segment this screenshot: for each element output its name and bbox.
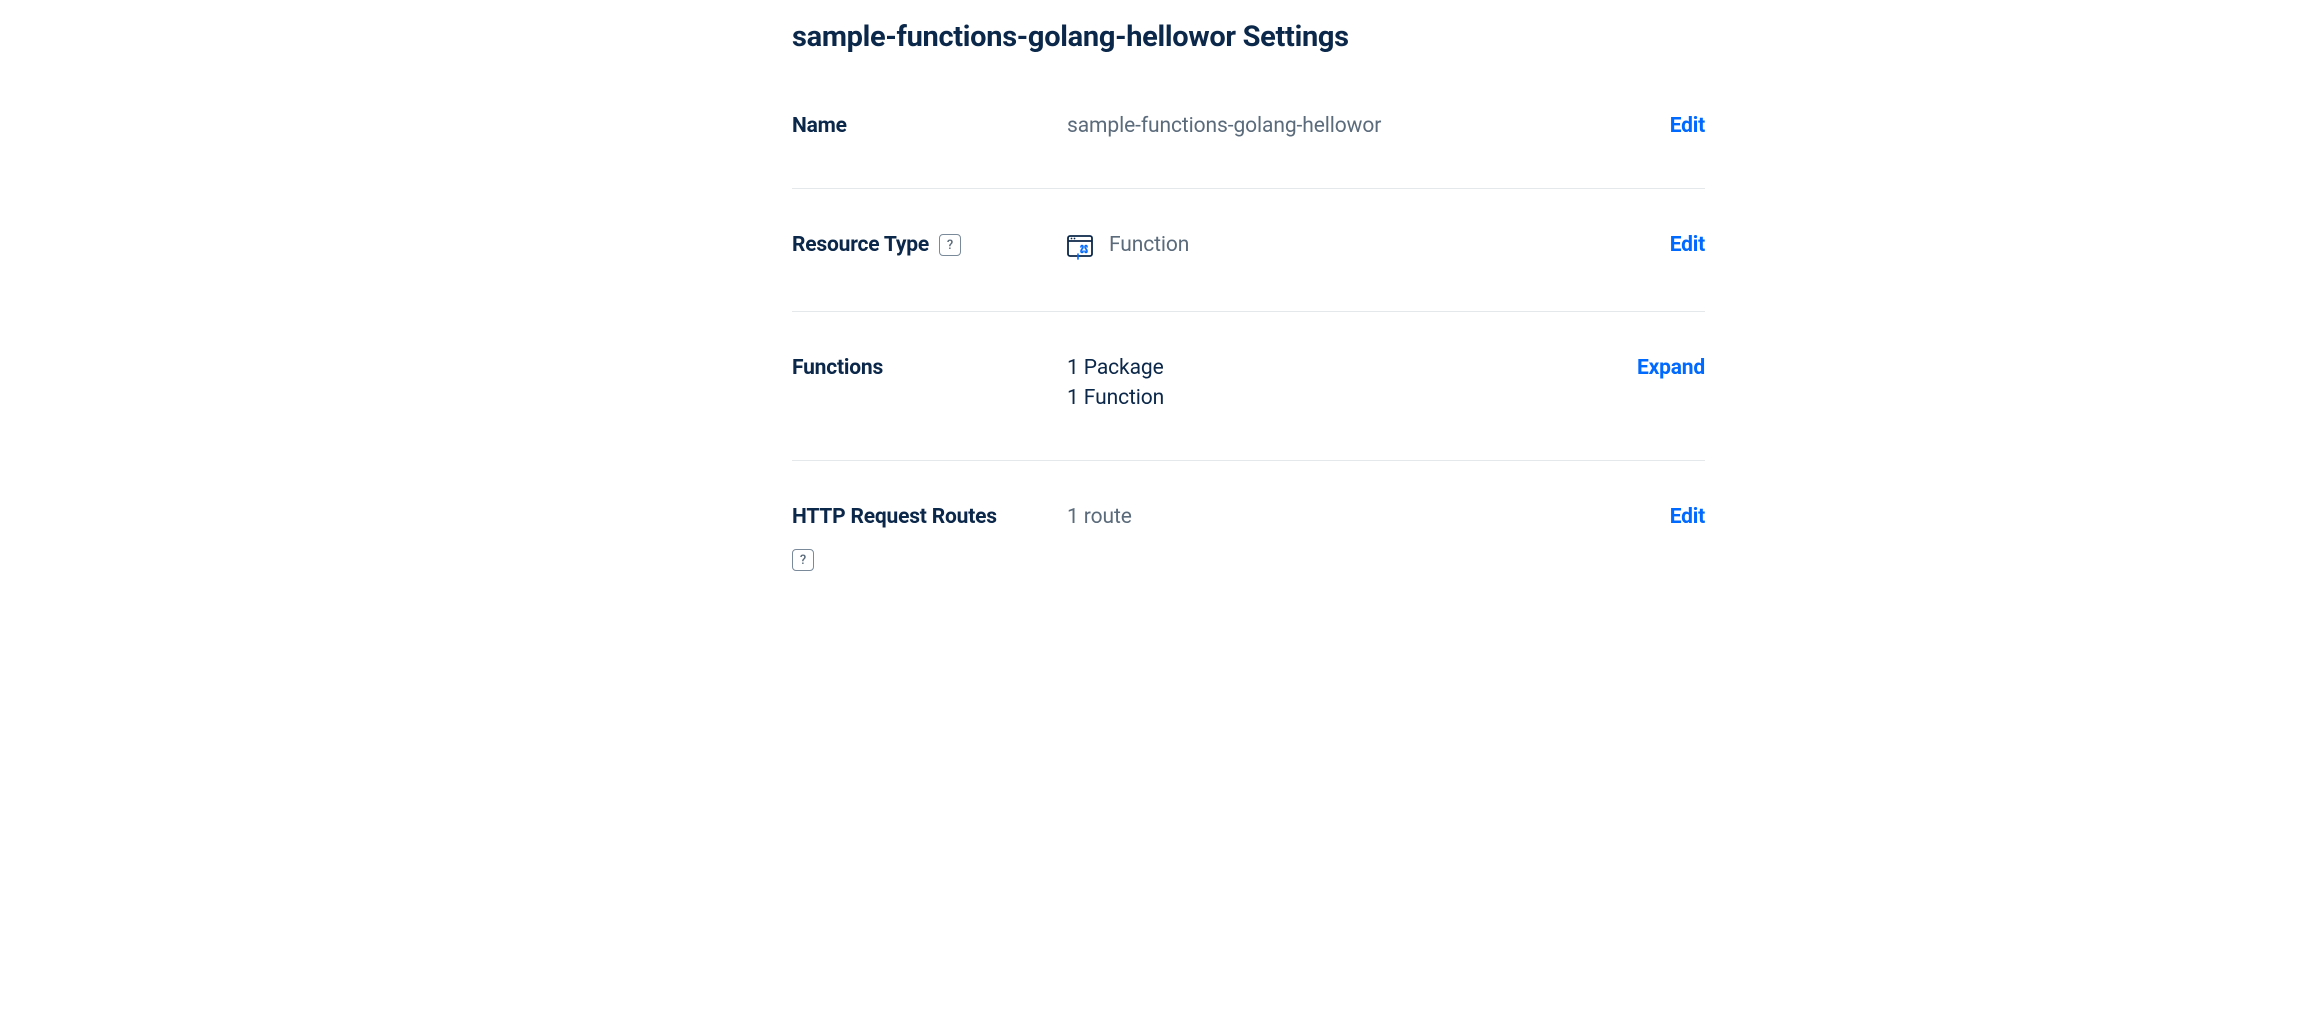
name-value: sample-functions-golang-hellowor — [1067, 114, 1381, 138]
resource-type-value: Function — [1109, 233, 1189, 257]
edit-name-button[interactable]: Edit — [1670, 114, 1705, 138]
name-label: Name — [792, 114, 847, 138]
functions-count-value: 1 Function — [1067, 386, 1164, 410]
edit-http-routes-button[interactable]: Edit — [1670, 505, 1705, 529]
http-routes-label: HTTP Request Routes — [792, 505, 997, 529]
help-icon[interactable]: ? — [792, 549, 814, 571]
resource-type-label: Resource Type — [792, 233, 929, 257]
expand-functions-button[interactable]: Expand — [1637, 356, 1705, 380]
http-routes-value: 1 route — [1067, 505, 1132, 529]
functions-packages-value: 1 Package — [1067, 356, 1164, 380]
edit-resource-type-button[interactable]: Edit — [1670, 233, 1705, 257]
functions-label: Functions — [792, 356, 883, 380]
function-icon — [1067, 235, 1095, 261]
settings-row-resource-type: Resource Type ? Function Edit — [792, 233, 1705, 312]
page-title: sample-functions-golang-hellowor Setting… — [792, 20, 1705, 54]
settings-row-functions: Functions 1 Package 1 Function Expand — [792, 356, 1705, 461]
settings-row-name: Name sample-functions-golang-hellowor Ed… — [792, 114, 1705, 189]
settings-row-http-routes: HTTP Request Routes ? 1 route Edit — [792, 505, 1705, 621]
help-icon[interactable]: ? — [939, 234, 961, 256]
